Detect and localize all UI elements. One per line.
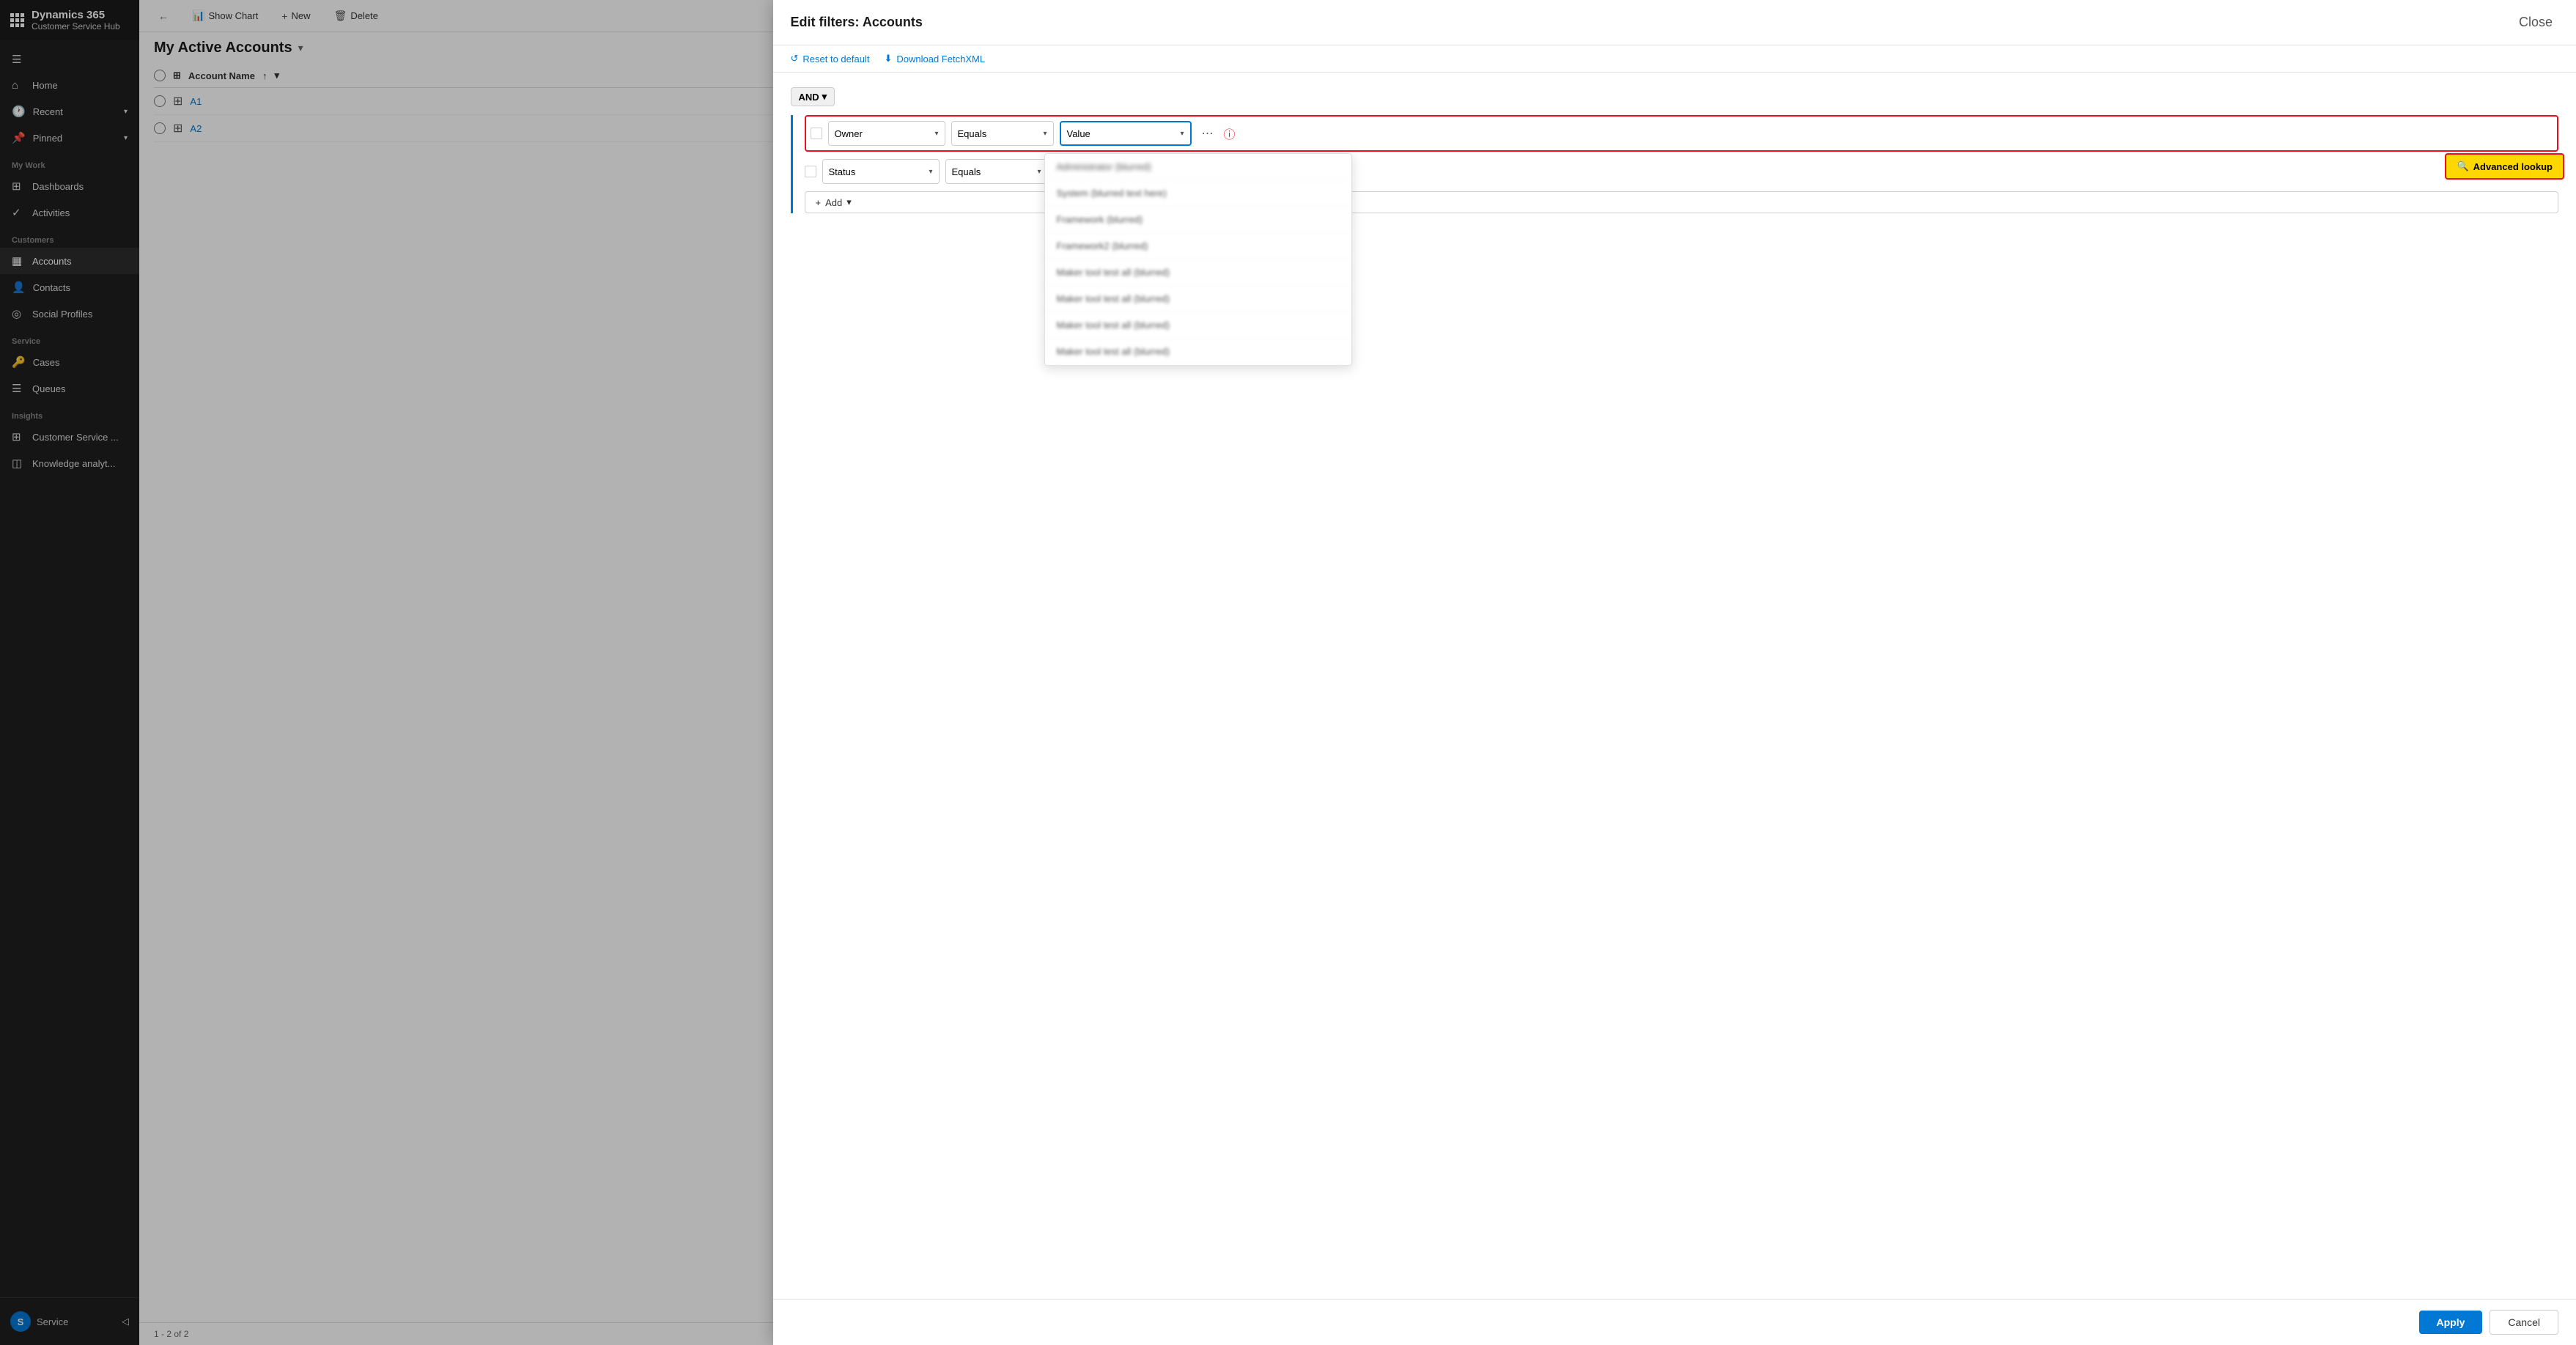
chevron-down-icon: ▾ bbox=[929, 168, 932, 176]
dropdown-item[interactable]: Framework (blurred) bbox=[1045, 207, 1351, 233]
filter-row-1: Owner ▾ Equals ▾ Value ▾ ⋯ ⓘ bbox=[805, 115, 2559, 152]
dropdown-item[interactable]: Maker tool test all (blurred) bbox=[1045, 286, 1351, 312]
modal-toolbar: ↺ Reset to default ⬇ Download FetchXML bbox=[773, 45, 2576, 73]
edit-filters-panel: Edit filters: Accounts Close ↺ Reset to … bbox=[773, 0, 2576, 1345]
field-select-1[interactable]: Owner ▾ bbox=[828, 121, 945, 146]
and-operator-badge[interactable]: AND ▾ bbox=[791, 87, 835, 106]
download-icon: ⬇ bbox=[884, 53, 892, 65]
modal-body: AND ▾ Owner ▾ Equals ▾ Value bbox=[773, 73, 2576, 1299]
error-icon: ⓘ bbox=[1224, 125, 1236, 142]
and-label: AND bbox=[799, 92, 819, 103]
dropdown-item[interactable]: Framework2 (blurred) bbox=[1045, 233, 1351, 259]
operator-value: Equals bbox=[958, 128, 987, 139]
operator-select-2[interactable]: Equals ▾ bbox=[945, 159, 1048, 184]
modal-title: Edit filters: Accounts bbox=[791, 15, 923, 30]
and-chevron-icon: ▾ bbox=[822, 91, 827, 103]
cancel-button[interactable]: Cancel bbox=[2490, 1310, 2558, 1335]
more-options-button-1[interactable]: ⋯ bbox=[1197, 123, 1218, 144]
filter-checkbox-1[interactable] bbox=[811, 128, 822, 139]
chevron-down-icon: ▾ bbox=[934, 130, 938, 138]
dropdown-item[interactable]: Maker tool test all (blurred) bbox=[1045, 312, 1351, 339]
operator-value: Equals bbox=[952, 166, 981, 177]
advanced-lookup-button[interactable]: 🔍 Advanced lookup bbox=[2445, 153, 2564, 180]
add-label: Add bbox=[825, 197, 842, 208]
reset-to-default-button[interactable]: ↺ Reset to default bbox=[791, 53, 870, 65]
download-fetchxml-button[interactable]: ⬇ Download FetchXML bbox=[884, 53, 985, 65]
modal-footer: Apply Cancel bbox=[773, 1299, 2576, 1345]
field-select-2[interactable]: Status ▾ bbox=[822, 159, 940, 184]
advanced-lookup-label: Advanced lookup bbox=[2473, 161, 2553, 172]
chevron-down-icon: ▾ bbox=[1037, 168, 1041, 176]
filter-checkbox-2[interactable] bbox=[805, 166, 816, 177]
chevron-down-icon: ▾ bbox=[1180, 130, 1184, 138]
value-select-1[interactable]: Value ▾ bbox=[1060, 121, 1192, 146]
close-button[interactable]: Close bbox=[2513, 12, 2558, 33]
apply-button[interactable]: Apply bbox=[2419, 1311, 2483, 1334]
reset-icon: ↺ bbox=[791, 53, 799, 65]
reset-label: Reset to default bbox=[802, 54, 869, 65]
value-text: Value bbox=[1067, 128, 1090, 139]
modal-overlay: Edit filters: Accounts Close ↺ Reset to … bbox=[0, 0, 2576, 1345]
value-dropdown-popup: Administrator (blurred) System (blurred … bbox=[1044, 153, 1352, 366]
add-chevron-icon: ▾ bbox=[846, 196, 852, 208]
dropdown-item[interactable]: Maker tool test all (blurred) bbox=[1045, 339, 1351, 365]
field-value: Owner bbox=[835, 128, 863, 139]
chevron-down-icon: ▾ bbox=[1043, 130, 1047, 138]
search-icon: 🔍 bbox=[2457, 161, 2468, 172]
modal-header: Edit filters: Accounts Close bbox=[773, 0, 2576, 45]
operator-select-1[interactable]: Equals ▾ bbox=[951, 121, 1054, 146]
dropdown-item[interactable]: Maker tool test all (blurred) bbox=[1045, 259, 1351, 286]
dropdown-item[interactable]: Administrator (blurred) bbox=[1045, 154, 1351, 180]
field-value: Status bbox=[829, 166, 856, 177]
add-icon: + bbox=[816, 197, 822, 208]
download-label: Download FetchXML bbox=[896, 54, 985, 65]
dropdown-item[interactable]: System (blurred text here) bbox=[1045, 180, 1351, 207]
